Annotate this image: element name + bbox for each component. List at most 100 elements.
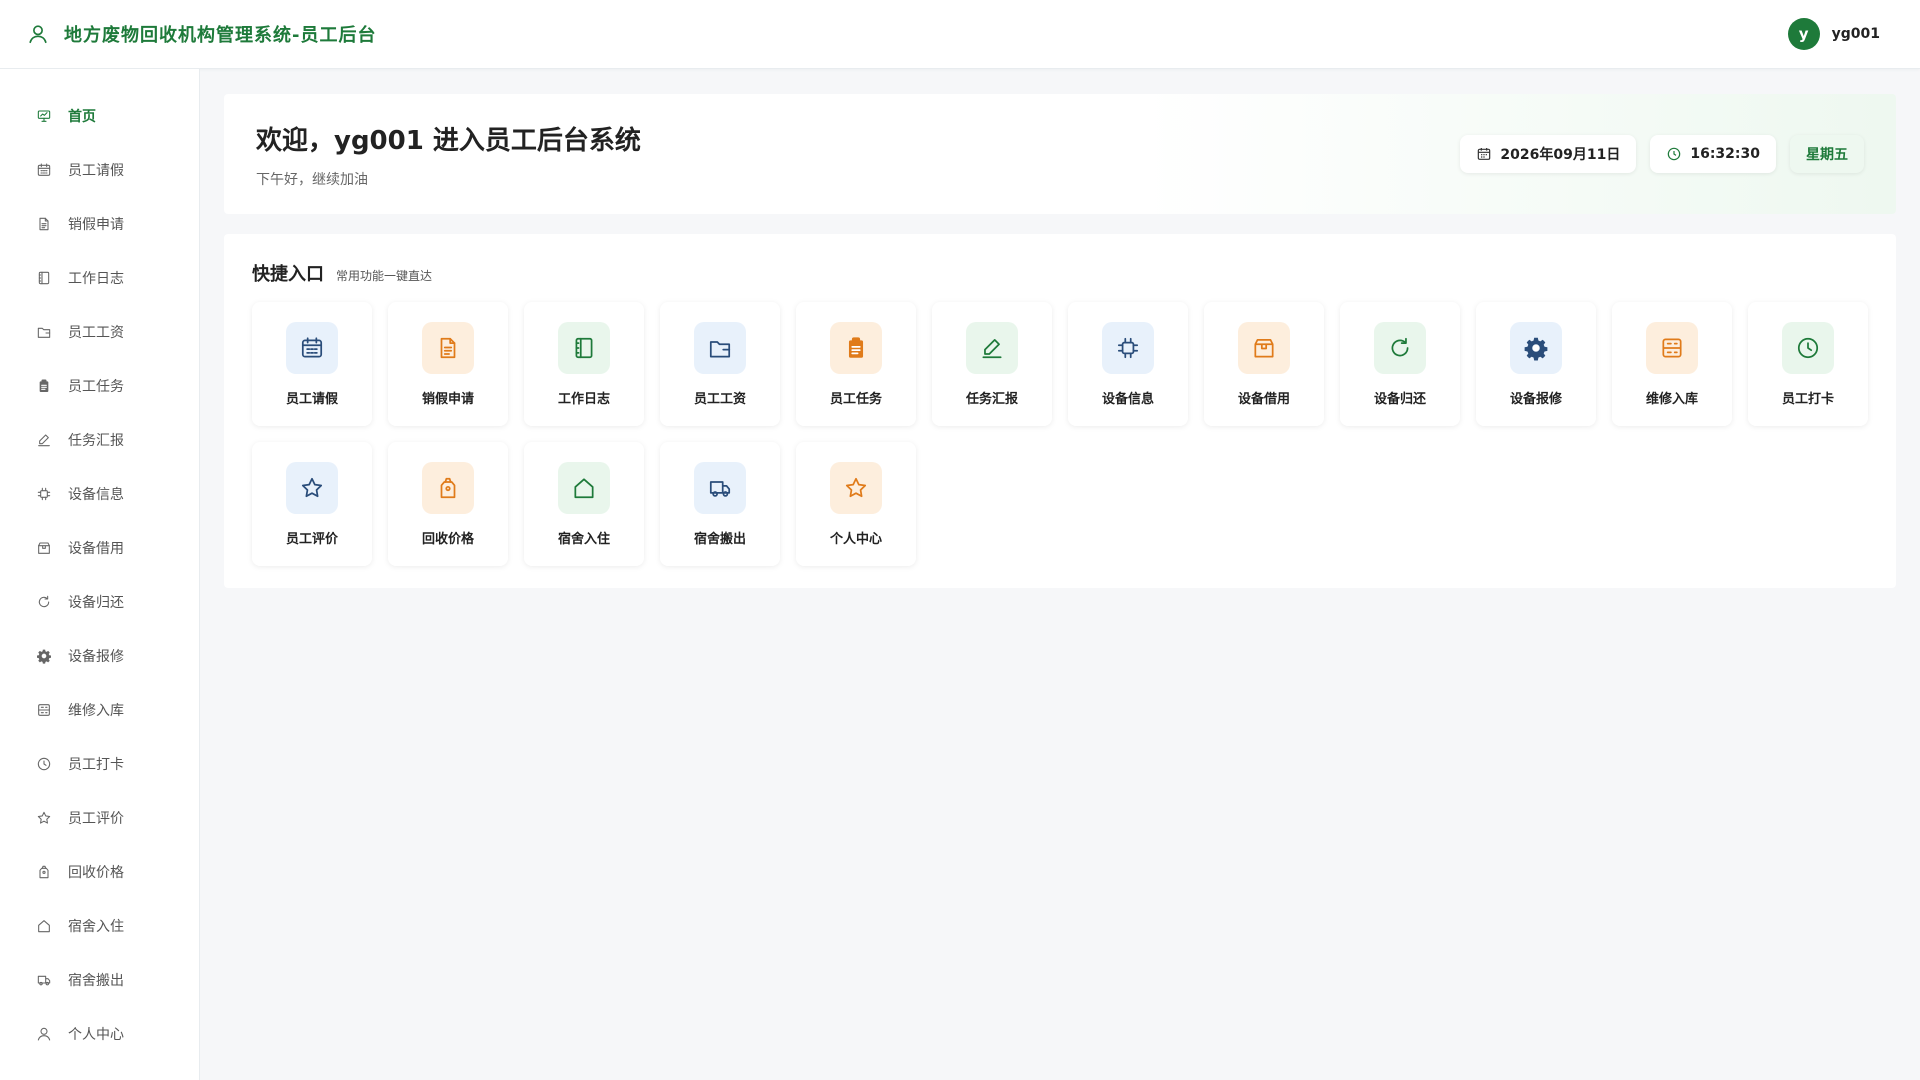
sidebar-item-label: 设备归还 <box>68 595 124 611</box>
document-icon <box>36 216 52 232</box>
sidebar-item-label: 员工任务 <box>68 379 124 395</box>
quick-card-label: 设备归还 <box>1373 391 1426 407</box>
sidebar-item-5[interactable]: 员工任务 <box>0 359 199 413</box>
quick-card-10[interactable]: 维修入库 <box>1612 302 1732 426</box>
app-title: 地方废物回收机构管理系统-员工后台 <box>64 25 377 46</box>
quick-card-label: 员工请假 <box>285 391 338 407</box>
quick-card-label: 回收价格 <box>421 531 474 547</box>
sidebar-item-0[interactable]: 首页 <box>0 89 199 143</box>
sidebar-item-14[interactable]: 回收价格 <box>0 845 199 899</box>
calendar-icon <box>36 162 52 178</box>
quick-card-3[interactable]: 员工工资 <box>660 302 780 426</box>
user-menu[interactable]: y yg001 <box>1787 18 1880 50</box>
sidebar-item-label: 宿舍搬出 <box>68 973 124 989</box>
sidebar-item-label: 个人中心 <box>68 1027 124 1043</box>
quick-card-16[interactable]: 个人中心 <box>796 442 916 566</box>
sidebar-item-13[interactable]: 员工评价 <box>0 791 199 845</box>
sidebar-item-3[interactable]: 工作日志 <box>0 251 199 305</box>
quick-card-label: 个人中心 <box>829 531 882 547</box>
sidebar-item-15[interactable]: 宿舍入住 <box>0 899 199 953</box>
home-monitor-icon <box>36 108 52 124</box>
quick-card-14[interactable]: 宿舍入住 <box>524 442 644 566</box>
document-icon <box>422 321 474 374</box>
quick-card-6[interactable]: 设备信息 <box>1068 302 1188 426</box>
quick-card-label: 任务汇报 <box>965 391 1018 407</box>
quick-card-1[interactable]: 销假申请 <box>388 302 508 426</box>
notebook-icon <box>36 270 52 286</box>
truck-icon <box>694 461 746 514</box>
calendar-icon <box>286 321 338 374</box>
quick-subtitle: 常用功能一键直达 <box>336 269 433 283</box>
clock-icon <box>1666 146 1682 162</box>
gear-icon <box>36 648 52 664</box>
house-icon <box>36 918 52 934</box>
clipboard-icon <box>830 321 882 374</box>
sidebar-item-17[interactable]: 个人中心 <box>0 1007 199 1061</box>
quick-card-label: 设备报修 <box>1509 391 1562 407</box>
storage-icon <box>1646 321 1698 374</box>
avatar[interactable]: y <box>1787 18 1820 50</box>
quick-card-label: 设备信息 <box>1101 391 1154 407</box>
notebook-icon <box>558 321 610 374</box>
quick-card-label: 员工打卡 <box>1781 391 1834 407</box>
sidebar-item-label: 工作日志 <box>68 271 124 287</box>
star-icon <box>830 461 882 514</box>
welcome-banner: 欢迎，yg001 进入员工后台系统 下午好，继续加油 2026年09月11日 1… <box>224 94 1896 214</box>
quick-card-label: 员工工资 <box>693 391 746 407</box>
refresh-icon <box>36 594 52 610</box>
chip-icon <box>1102 321 1154 374</box>
star-icon <box>286 461 338 514</box>
sidebar-item-2[interactable]: 销假申请 <box>0 197 199 251</box>
quick-card-8[interactable]: 设备归还 <box>1340 302 1460 426</box>
quick-card-5[interactable]: 任务汇报 <box>932 302 1052 426</box>
quick-card-4[interactable]: 员工任务 <box>796 302 916 426</box>
quick-card-13[interactable]: 回收价格 <box>388 442 508 566</box>
sidebar-item-label: 销假申请 <box>68 217 124 233</box>
sidebar-item-1[interactable]: 员工请假 <box>0 143 199 197</box>
clipboard-icon <box>36 378 52 394</box>
quick-card-9[interactable]: 设备报修 <box>1476 302 1596 426</box>
quick-entry-panel: 快捷入口 常用功能一键直达 员工请假 销假申请 工作日志 员工工资 员工任务 任务汇报 设备… <box>224 234 1896 588</box>
date-pill: 2026年09月11日 <box>1460 135 1637 173</box>
sidebar-item-label: 首页 <box>68 109 96 125</box>
quick-card-11[interactable]: 员工打卡 <box>1748 302 1868 426</box>
quick-card-15[interactable]: 宿舍搬出 <box>660 442 780 566</box>
username[interactable]: yg001 <box>1832 26 1880 42</box>
sidebar-item-16[interactable]: 宿舍搬出 <box>0 953 199 1007</box>
clock-icon <box>1782 321 1834 374</box>
sidebar-item-7[interactable]: 设备信息 <box>0 467 199 521</box>
sidebar-item-10[interactable]: 设备报修 <box>0 629 199 683</box>
quick-card-0[interactable]: 员工请假 <box>252 302 372 426</box>
quick-card-label: 宿舍入住 <box>557 531 610 547</box>
brand: 地方废物回收机构管理系统-员工后台 <box>26 21 376 47</box>
sidebar: 首页员工请假销假申请工作日志员工工资员工任务任务汇报设备信息设备借用设备归还设备… <box>0 69 200 1080</box>
chip-icon <box>36 486 52 502</box>
sidebar-item-label: 员工打卡 <box>68 757 124 773</box>
quick-card-label: 工作日志 <box>557 391 610 407</box>
quick-card-label: 设备借用 <box>1237 391 1290 407</box>
sidebar-item-12[interactable]: 员工打卡 <box>0 737 199 791</box>
wallet-icon <box>36 324 52 340</box>
welcome-title: 欢迎，yg001 进入员工后台系统 <box>256 125 641 156</box>
quick-card-2[interactable]: 工作日志 <box>524 302 644 426</box>
calendar-icon <box>1476 146 1492 162</box>
sidebar-item-11[interactable]: 维修入库 <box>0 683 199 737</box>
quick-card-label: 宿舍搬出 <box>693 531 746 547</box>
sidebar-item-label: 宿舍入住 <box>68 919 124 935</box>
sidebar-item-9[interactable]: 设备归还 <box>0 575 199 629</box>
house-icon <box>558 461 610 514</box>
edit-icon <box>966 321 1018 374</box>
sidebar-item-label: 维修入库 <box>68 703 124 719</box>
sidebar-item-4[interactable]: 员工工资 <box>0 305 199 359</box>
sidebar-item-6[interactable]: 任务汇报 <box>0 413 199 467</box>
sidebar-item-8[interactable]: 设备借用 <box>0 521 199 575</box>
sidebar-item-label: 设备信息 <box>68 487 124 503</box>
sidebar-item-label: 员工工资 <box>68 325 124 341</box>
time-pill: 16:32:30 <box>1650 135 1776 173</box>
gear-icon <box>1510 321 1562 374</box>
quick-card-12[interactable]: 员工评价 <box>252 442 372 566</box>
quick-title: 快捷入口 <box>252 264 324 285</box>
quick-card-7[interactable]: 设备借用 <box>1204 302 1324 426</box>
refresh-icon <box>1374 321 1426 374</box>
welcome-subtitle: 下午好，继续加油 <box>256 171 368 188</box>
